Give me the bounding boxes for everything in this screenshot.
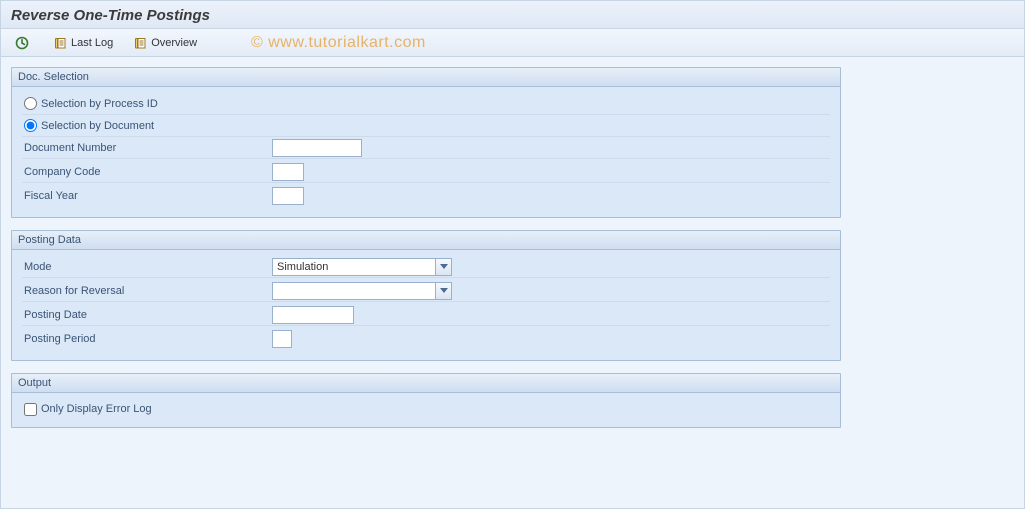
input-document-number[interactable] bbox=[272, 139, 362, 157]
input-posting-date[interactable] bbox=[272, 306, 354, 324]
label-posting-period: Posting Period bbox=[22, 333, 272, 345]
group-posting-data: Posting Data Mode Simulation Reason for … bbox=[11, 230, 841, 361]
group-header-doc-selection: Doc. Selection bbox=[12, 68, 840, 87]
content-area: Doc. Selection Selection by Process ID S… bbox=[1, 57, 1024, 450]
title-bar: Reverse One-Time Postings bbox=[1, 1, 1024, 29]
input-posting-period[interactable] bbox=[272, 330, 292, 348]
label-fiscal-year: Fiscal Year bbox=[22, 190, 272, 202]
radio-by-process-id[interactable] bbox=[24, 97, 37, 110]
group-output: Output Only Display Error Log bbox=[11, 373, 841, 428]
select-mode-value: Simulation bbox=[277, 261, 328, 273]
overview-label: Overview bbox=[151, 37, 197, 49]
group-doc-selection: Doc. Selection Selection by Process ID S… bbox=[11, 67, 841, 218]
checkbox-only-display-error-log[interactable] bbox=[24, 403, 37, 416]
chevron-down-icon bbox=[435, 259, 451, 275]
execute-button[interactable] bbox=[9, 34, 39, 52]
toolbar: Last Log Overview © www.tutorialkart.com bbox=[1, 29, 1024, 57]
input-fiscal-year[interactable] bbox=[272, 187, 304, 205]
radio-by-document[interactable] bbox=[24, 119, 37, 132]
clock-execute-icon bbox=[15, 36, 29, 50]
select-mode[interactable]: Simulation bbox=[272, 258, 452, 276]
group-header-output: Output bbox=[12, 374, 840, 393]
watermark: © www.tutorialkart.com bbox=[251, 34, 426, 52]
label-reason-for-reversal: Reason for Reversal bbox=[22, 285, 272, 297]
radio-by-document-label: Selection by Document bbox=[41, 120, 154, 132]
radio-by-process-id-label: Selection by Process ID bbox=[41, 98, 158, 110]
select-reason-for-reversal[interactable] bbox=[272, 282, 452, 300]
label-posting-date: Posting Date bbox=[22, 309, 272, 321]
log-icon bbox=[133, 36, 147, 50]
page-title: Reverse One-Time Postings bbox=[11, 7, 210, 24]
label-document-number: Document Number bbox=[22, 142, 272, 154]
label-company-code: Company Code bbox=[22, 166, 272, 178]
label-mode: Mode bbox=[22, 261, 272, 273]
input-company-code[interactable] bbox=[272, 163, 304, 181]
label-only-display-error-log: Only Display Error Log bbox=[41, 403, 152, 415]
group-header-posting-data: Posting Data bbox=[12, 231, 840, 250]
overview-button[interactable]: Overview bbox=[127, 34, 203, 52]
log-icon bbox=[53, 36, 67, 50]
last-log-label: Last Log bbox=[71, 37, 113, 49]
last-log-button[interactable]: Last Log bbox=[47, 34, 119, 52]
chevron-down-icon bbox=[435, 283, 451, 299]
